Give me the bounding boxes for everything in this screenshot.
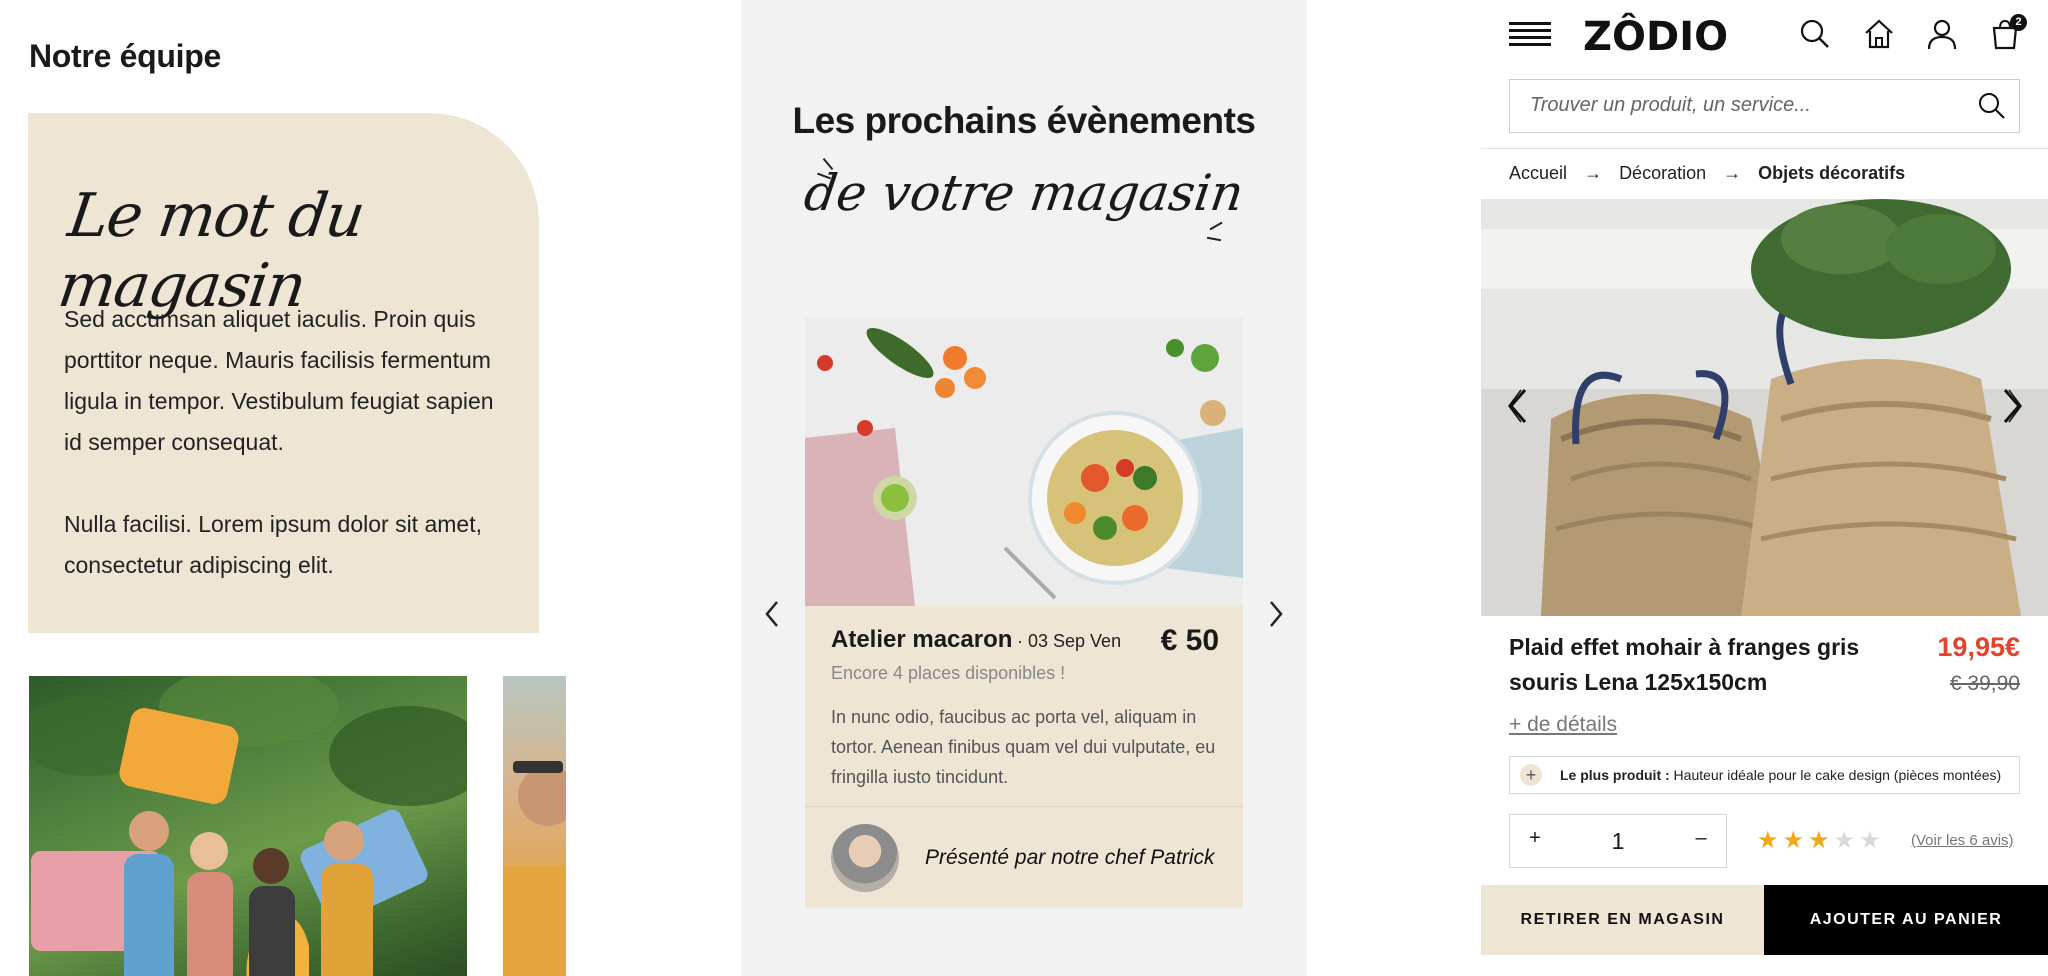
pickup-in-store-button[interactable]: RETIRER EN MAGASIN xyxy=(1481,885,1764,955)
cart-count-badge: 2 xyxy=(2010,14,2027,31)
header-divider xyxy=(1481,148,2048,149)
team-photo-illustration xyxy=(29,676,467,976)
plus-icon: + xyxy=(1520,764,1542,786)
search-submit-icon[interactable] xyxy=(1977,91,2007,121)
product-price: 19,95€ xyxy=(1937,632,2020,662)
cart-icon[interactable]: 2 xyxy=(1987,14,2027,52)
more-details-link[interactable]: + de détails xyxy=(1509,713,1617,737)
event-date: · 03 Sep Ven xyxy=(1017,631,1122,651)
product-old-price: € 39,90 xyxy=(1949,672,2020,695)
product-next-arrow-icon[interactable] xyxy=(1999,386,2025,426)
store-word-text: Sed accumsan aliquet iaculis. Proin quis… xyxy=(64,299,504,627)
event-photo xyxy=(805,318,1243,606)
product-highlight: + Le plus produit : Hauteur idéale pour … xyxy=(1509,756,2020,794)
chef-avatar xyxy=(831,824,899,892)
events-panel: Les prochains évènements de votre magasi… xyxy=(741,0,1307,976)
site-logo[interactable]: ZÔDIO xyxy=(1583,14,1728,60)
team-title: Notre équipe xyxy=(29,38,221,74)
star-filled-icon: ★ xyxy=(1782,827,1805,854)
reviews-link[interactable]: (Voir les 6 avis) xyxy=(1911,832,2014,849)
events-title: Les prochains évènements xyxy=(792,100,1256,141)
product-panel: ZÔDIO 2 Accueil → Décoration → Objets dé… xyxy=(1481,0,2048,976)
breadcrumb-home-link[interactable]: Accueil xyxy=(1509,163,1567,183)
breadcrumb-category-link[interactable]: Décoration xyxy=(1619,163,1706,183)
event-divider xyxy=(805,806,1243,807)
store-home-icon[interactable] xyxy=(1861,16,1897,52)
rating-stars: ★ ★ ★ ★ ★ xyxy=(1757,826,1885,855)
breadcrumb-arrow-icon: → xyxy=(1723,163,1742,183)
team-photo-next-illustration xyxy=(503,761,566,976)
product-photo xyxy=(1481,199,2048,616)
store-word-paragraph: Nulla facilisi. Lorem ipsum dolor sit am… xyxy=(64,511,482,578)
breadcrumb: Accueil → Décoration → Objets décoratifs xyxy=(1509,163,1905,184)
quantity-value[interactable]: 1 xyxy=(1570,828,1666,855)
quantity-stepper: + 1 – xyxy=(1509,814,1727,868)
sparkle-decoration xyxy=(1209,221,1223,231)
star-filled-icon: ★ xyxy=(1757,827,1779,854)
account-icon[interactable] xyxy=(1924,16,1960,52)
quantity-decrease-button[interactable]: – xyxy=(1688,827,1714,853)
star-filled-icon: ★ xyxy=(1808,827,1830,854)
events-prev-arrow-icon[interactable] xyxy=(759,594,785,634)
quantity-increase-button[interactable]: + xyxy=(1522,827,1548,853)
store-word-paragraph: Sed accumsan aliquet iaculis. Proin quis… xyxy=(64,306,494,455)
breadcrumb-current: Objets décoratifs xyxy=(1758,163,1906,183)
search-icon[interactable] xyxy=(1797,16,1833,52)
event-presenter: Présenté par notre chef Patrick xyxy=(925,846,1215,869)
event-name: Atelier macaron xyxy=(831,626,1013,653)
store-word-card: Le mot du magasin Sed accumsan aliquet i… xyxy=(28,113,539,633)
product-highlight-text: Le plus produit : Hauteur idéale pour le… xyxy=(1560,767,2001,783)
product-name: Plaid effet mohair à franges gris souris… xyxy=(1509,634,1860,695)
product-search xyxy=(1509,79,2020,133)
product-prev-arrow-icon[interactable] xyxy=(1505,386,1531,426)
events-next-arrow-icon[interactable] xyxy=(1263,594,1289,634)
team-photo xyxy=(29,676,467,976)
search-input[interactable] xyxy=(1530,80,1960,131)
product-photo-illustration xyxy=(1481,199,2048,616)
events-subtitle: de votre magasin xyxy=(800,164,1248,222)
event-card[interactable]: Atelier macaron · 03 Sep Ven € 50 Encore… xyxy=(805,318,1243,908)
add-to-cart-button[interactable]: AJOUTER AU PANIER xyxy=(1764,885,2048,955)
star-empty-icon: ★ xyxy=(1859,827,1881,854)
star-empty-icon: ★ xyxy=(1833,827,1856,854)
team-photo-next xyxy=(503,676,566,976)
event-description: In nunc odio, faucibus ac porta vel, ali… xyxy=(831,707,1216,787)
menu-icon[interactable] xyxy=(1509,22,1551,48)
breadcrumb-arrow-icon: → xyxy=(1584,163,1603,183)
team-panel: Notre équipe Le mot du magasin Sed accum… xyxy=(0,0,740,976)
event-price: € 50 xyxy=(1160,624,1219,657)
product-highlight-label: Le plus produit : xyxy=(1560,767,1670,783)
product-highlight-value: Hauteur idéale pour le cake design (pièc… xyxy=(1673,767,2002,783)
event-photo-illustration xyxy=(805,318,1243,606)
event-availability: Encore 4 places disponibles ! xyxy=(831,663,1066,683)
sparkle-decoration xyxy=(1206,236,1222,242)
